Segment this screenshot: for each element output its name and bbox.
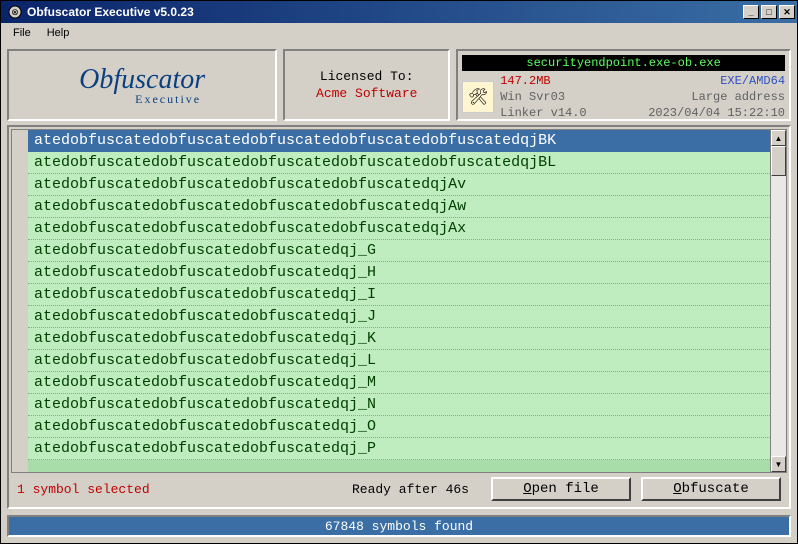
menubar: File Help — [1, 23, 797, 43]
status-footer: 67848 symbols found — [7, 515, 791, 537]
symbol-count: 67848 symbols found — [325, 519, 473, 534]
list-bottom-bar: 1 symbol selected Ready after 46s Open f… — [11, 473, 787, 505]
logo-panel: Obfuscator Executive — [7, 49, 277, 121]
fileinfo-left: 147.2MB Win Svr03 Linker v14.0 — [500, 73, 648, 122]
file-address: Large address — [648, 89, 785, 105]
scroll-down-button[interactable]: ▼ — [771, 456, 786, 472]
open-file-button[interactable]: Open file — [491, 477, 631, 501]
file-arch: EXE/AMD64 — [648, 73, 785, 89]
license-panel: Licensed To: Acme Software — [283, 49, 450, 121]
obfuscate-button[interactable]: Obfuscate — [641, 477, 781, 501]
vertical-scrollbar[interactable]: ▲ ▼ — [770, 130, 786, 472]
symbol-list-panel: atedobfuscatedobfuscatedobfuscatedobfusc… — [7, 125, 791, 509]
symbol-row[interactable]: atedobfuscatedobfuscatedobfuscatedqj_G — [28, 240, 770, 262]
symbol-row[interactable]: atedobfuscatedobfuscatedobfuscatedqj_H — [28, 262, 770, 284]
file-timestamp: 2023/04/04 15:22:10 — [648, 105, 785, 121]
symbol-row[interactable]: atedobfuscatedobfuscatedobfuscatedobfusc… — [28, 196, 770, 218]
symbol-row[interactable]: atedobfuscatedobfuscatedobfuscatedqj_J — [28, 306, 770, 328]
symbol-row[interactable]: atedobfuscatedobfuscatedobfuscatedqj_L — [28, 350, 770, 372]
file-os: Win Svr03 — [500, 89, 648, 105]
symbol-row[interactable]: atedobfuscatedobfuscatedobfuscatedqj_I — [28, 284, 770, 306]
fileinfo-right: EXE/AMD64 Large address 2023/04/04 15:22… — [648, 73, 785, 122]
selection-status: 1 symbol selected — [17, 482, 342, 497]
titlebar: ⊗ Obfuscator Executive v5.0.23 _ □ ✕ — [1, 1, 797, 23]
top-panels: Obfuscator Executive Licensed To: Acme S… — [7, 49, 791, 121]
scroll-track[interactable] — [771, 146, 786, 456]
symbol-row[interactable]: atedobfuscatedobfuscatedobfuscatedobfusc… — [28, 218, 770, 240]
content-area: Obfuscator Executive Licensed To: Acme S… — [1, 43, 797, 515]
fileinfo-filename: securityendpoint.exe-ob.exe — [462, 55, 785, 71]
app-icon: ⊗ — [7, 4, 23, 20]
symbol-row[interactable]: atedobfuscatedobfuscatedobfuscatedobfusc… — [28, 174, 770, 196]
list-gutter — [12, 130, 28, 472]
menu-file[interactable]: File — [5, 25, 39, 41]
scroll-thumb[interactable] — [771, 146, 786, 176]
window-title: Obfuscator Executive v5.0.23 — [27, 5, 743, 19]
app-window: ⊗ Obfuscator Executive v5.0.23 _ □ ✕ Fil… — [0, 0, 798, 544]
symbol-row[interactable]: atedobfuscatedobfuscatedobfuscatedobfusc… — [28, 130, 770, 152]
symbol-row[interactable]: atedobfuscatedobfuscatedobfuscatedqj_K — [28, 328, 770, 350]
menu-help[interactable]: Help — [39, 25, 78, 41]
license-label: Licensed To: — [320, 69, 414, 84]
symbol-list[interactable]: atedobfuscatedobfuscatedobfuscatedobfusc… — [28, 130, 770, 472]
license-name: Acme Software — [316, 86, 417, 101]
symbol-row[interactable]: atedobfuscatedobfuscatedobfuscatedqj_M — [28, 372, 770, 394]
symbol-row[interactable]: atedobfuscatedobfuscatedobfuscatedqj_O — [28, 416, 770, 438]
file-size: 147.2MB — [500, 73, 648, 89]
file-icon: 🛠 — [462, 81, 494, 113]
ready-status: Ready after 46s — [352, 482, 469, 497]
file-linker: Linker v14.0 — [500, 105, 648, 121]
minimize-button[interactable]: _ — [743, 5, 759, 19]
symbol-row[interactable]: atedobfuscatedobfuscatedobfuscatedobfusc… — [28, 152, 770, 174]
symbol-row[interactable]: atedobfuscatedobfuscatedobfuscatedqj_N — [28, 394, 770, 416]
symbol-row[interactable]: atedobfuscatedobfuscatedobfuscatedqj_P — [28, 438, 770, 460]
fileinfo-panel: securityendpoint.exe-ob.exe 🛠 147.2MB Wi… — [456, 49, 791, 121]
logo-main: Obfuscator — [79, 64, 205, 96]
window-controls: _ □ ✕ — [743, 5, 795, 19]
svg-text:⊗: ⊗ — [11, 7, 19, 17]
scroll-up-button[interactable]: ▲ — [771, 130, 786, 146]
close-button[interactable]: ✕ — [779, 5, 795, 19]
maximize-button[interactable]: □ — [761, 5, 777, 19]
